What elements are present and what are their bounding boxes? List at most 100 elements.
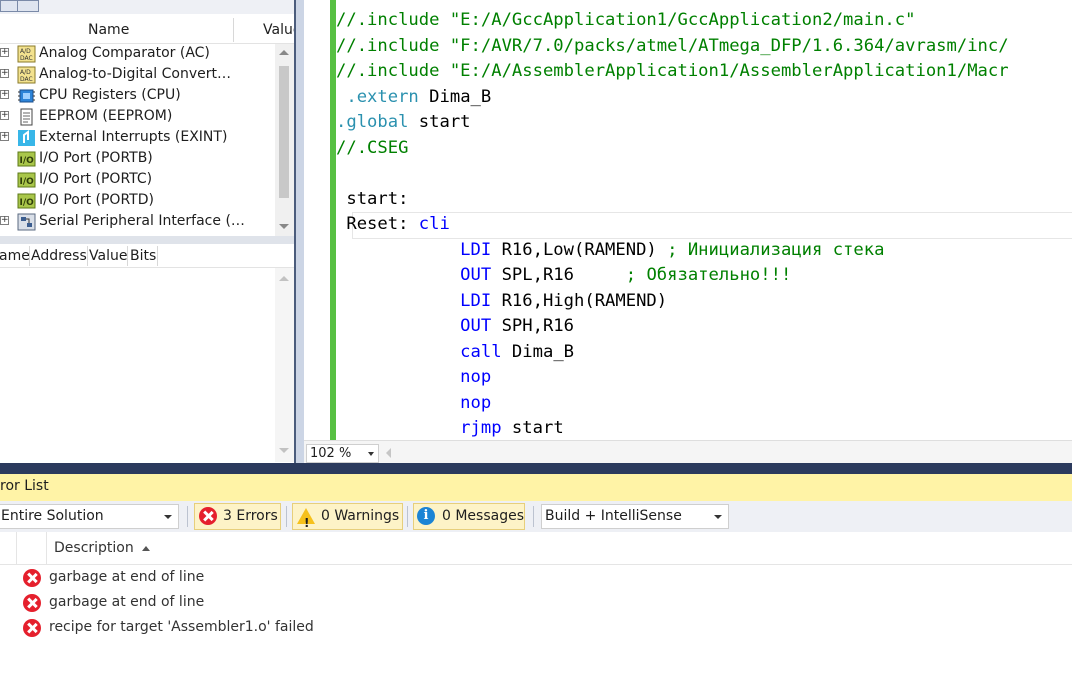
expand-icon[interactable]: +	[0, 216, 9, 225]
panel-splitter[interactable]	[296, 0, 304, 463]
scope-value: Entire Solution	[1, 508, 104, 524]
register-column-name[interactable]: ame	[0, 248, 30, 264]
code-line[interactable]: OUT SPL,R16 ; Обязательно!!!	[336, 263, 791, 288]
description-column-header[interactable]: Description	[54, 540, 134, 556]
code-token: LDI	[336, 239, 492, 260]
peripheral-tree-item[interactable]: I/O I/O Port (PORTC)	[0, 170, 275, 191]
scroll-left-icon[interactable]	[386, 448, 391, 458]
scroll-up-icon[interactable]	[279, 50, 289, 55]
io-view-panel: Name Value + A/D DAC Analog Comparator (AC)…	[0, 0, 301, 463]
error-description: garbage at end of line	[49, 594, 205, 610]
error-row[interactable]: garbage at end of line	[0, 565, 1072, 590]
peripheral-tree: + A/D DAC Analog Comparator (AC) + A/D DAC Anal…	[0, 44, 275, 236]
error-row[interactable]: recipe for target 'Assembler1.o' failed	[0, 615, 1072, 640]
io-view-toolbar	[0, 0, 296, 14]
code-line[interactable]: .extern Dima_B	[336, 85, 491, 110]
code-token: nop	[336, 392, 492, 413]
code-area[interactable]: //.include "E:/A/GccApplication1/GccAppl…	[336, 0, 1072, 440]
svg-text:I/O: I/O	[20, 156, 35, 166]
code-token: SPH,R16	[491, 316, 575, 336]
code-line[interactable]: //.include "E:/A/GccApplication1/GccAppl…	[336, 8, 915, 33]
spi-icon	[17, 213, 36, 231]
peripheral-tree-item[interactable]: I/O I/O Port (PORTB)	[0, 149, 275, 170]
register-column-address[interactable]: Address	[31, 248, 87, 264]
io-port-icon: I/O	[17, 150, 36, 168]
scroll-up-icon[interactable]	[279, 276, 289, 281]
peripheral-tree-item[interactable]: + A/D DAC Analog Comparator (AC)	[0, 44, 275, 65]
io-view-column-header: Name Value	[0, 14, 301, 44]
error-list-toolbar: Entire Solution 3 Errors ! 0 Warnings i …	[0, 501, 1072, 532]
expand-icon[interactable]: +	[0, 90, 9, 99]
build-filter-value: Build + IntelliSense	[545, 508, 682, 524]
messages-filter-button[interactable]: i 0 Messages	[413, 503, 525, 530]
io-port-icon: I/O	[17, 171, 36, 189]
code-token: start	[501, 418, 564, 438]
code-token: nop	[336, 367, 492, 387]
peripheral-tree-item[interactable]: + A/D DAC Analog-to-Digital Convert…	[0, 65, 275, 86]
peripheral-label: I/O Port (PORTB)	[39, 150, 153, 166]
column-name-header[interactable]: Name	[88, 22, 129, 38]
code-line[interactable]: //.CSEG	[336, 136, 408, 161]
peripheral-tree-item[interactable]: + EEPROM (EEPROM)	[0, 107, 275, 128]
code-line[interactable]: call Dima_B	[336, 340, 574, 365]
error-list-column-header: Description	[0, 532, 1072, 565]
code-token: .extern	[336, 86, 419, 107]
register-column-bits[interactable]: Bits	[130, 248, 156, 264]
scrollbar-thumb[interactable]	[279, 66, 289, 198]
error-list-grid: Description garbage at end of line garbag…	[0, 532, 1072, 673]
code-editor[interactable]: //.include "E:/A/GccApplication1/GccAppl…	[304, 0, 1072, 463]
code-token: ; Обязательно!!!	[625, 265, 792, 285]
error-icon	[23, 594, 41, 612]
expand-icon[interactable]: +	[0, 132, 9, 141]
io-toolbar-button-2[interactable]	[17, 0, 39, 12]
peripheral-tree-item[interactable]: + External Interrupts (EXINT)	[0, 128, 275, 149]
error-icon	[199, 507, 217, 525]
sort-ascending-icon	[142, 546, 150, 551]
chevron-down-icon	[714, 515, 722, 519]
warnings-filter-button[interactable]: ! 0 Warnings	[292, 503, 403, 530]
code-line[interactable]: //.include "E:/A/AssemblerApplication1/A…	[336, 59, 1009, 84]
code-token: Dima_B	[501, 341, 575, 362]
peripheral-label: I/O Port (PORTC)	[39, 171, 153, 187]
scroll-down-icon[interactable]	[279, 448, 289, 453]
code-line[interactable]: OUT SPH,R16	[336, 314, 574, 339]
code-token: //.CSEG	[336, 137, 409, 158]
code-line[interactable]: LDI R16,High(RAMEND)	[336, 289, 667, 314]
column-separator[interactable]	[233, 18, 234, 42]
errors-filter-button[interactable]: 3 Errors	[194, 503, 281, 530]
zoom-level-dropdown[interactable]: 102 %	[306, 444, 379, 463]
code-line[interactable]: nop	[336, 391, 491, 416]
io-view-splitter[interactable]	[0, 236, 296, 244]
code-line[interactable]: LDI R16,Low(RAMEND) ; Инициализация стек…	[336, 238, 884, 263]
expand-icon[interactable]: +	[0, 69, 9, 78]
errors-count-label: 3 Errors	[223, 508, 278, 524]
scroll-down-icon[interactable]	[279, 224, 289, 229]
peripheral-label: Serial Peripheral Interface (…	[39, 213, 245, 229]
code-line[interactable]: rjmp start	[336, 416, 564, 440]
code-line[interactable]: start:	[336, 187, 408, 212]
peripheral-tree-item[interactable]: I/O I/O Port (PORTD)	[0, 191, 275, 212]
svg-text:DAC: DAC	[20, 76, 33, 83]
build-filter-dropdown[interactable]: Build + IntelliSense	[541, 504, 729, 529]
code-token: call	[336, 341, 502, 362]
scope-dropdown[interactable]: Entire Solution	[0, 504, 179, 529]
code-token: R16,High(RAMEND)	[491, 290, 668, 311]
io-port-icon: I/O	[17, 192, 36, 210]
expand-icon[interactable]: +	[0, 48, 9, 57]
code-line[interactable]: .global start	[336, 110, 471, 135]
peripheral-tree-item[interactable]: + CPU Registers (CPU)	[0, 86, 275, 107]
error-list-title-bar[interactable]: ror List	[0, 474, 1072, 501]
register-column-value[interactable]: Value	[89, 248, 127, 264]
code-line[interactable]: //.include "F:/AVR/7.0/packs/atmel/ATmeg…	[336, 34, 1009, 59]
peripheral-tree-scrollbar[interactable]	[275, 44, 294, 236]
code-token: Reset:	[336, 214, 419, 234]
svg-text:I/O: I/O	[20, 198, 35, 208]
expand-icon[interactable]: +	[0, 111, 9, 120]
code-line[interactable]: Reset: cli	[336, 212, 450, 237]
register-list-scrollbar[interactable]	[275, 268, 294, 462]
code-token: cli	[418, 214, 450, 234]
code-token: SPL,R16	[491, 265, 626, 285]
error-row[interactable]: garbage at end of line	[0, 590, 1072, 615]
peripheral-tree-item[interactable]: + Serial Peripheral Interface (…	[0, 212, 275, 233]
code-line[interactable]: nop	[336, 365, 491, 390]
